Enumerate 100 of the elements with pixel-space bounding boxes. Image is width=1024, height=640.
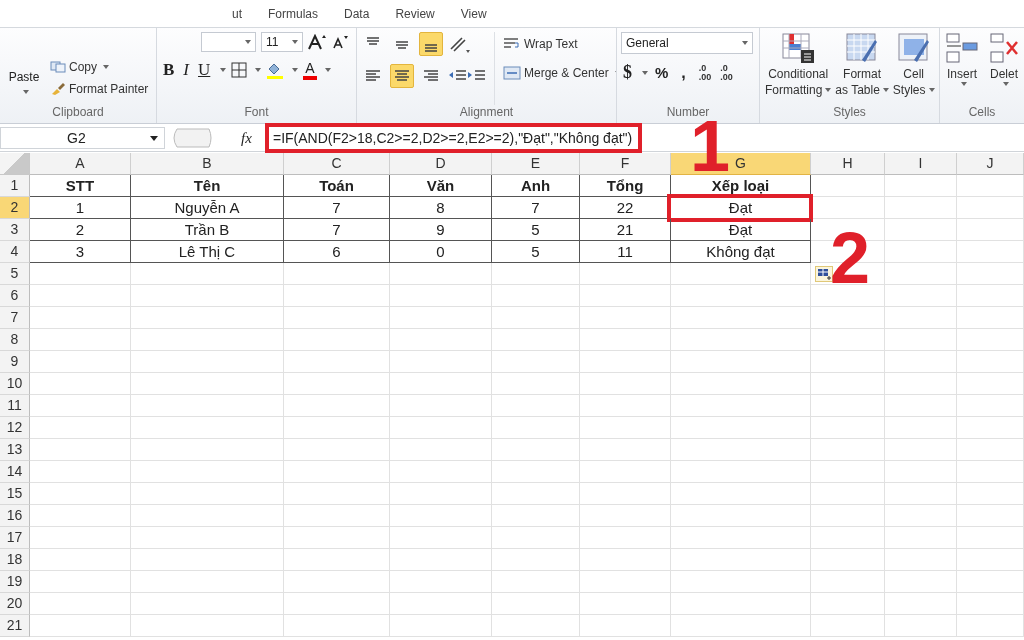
- ribbon-tab[interactable]: Formulas: [268, 6, 319, 21]
- table-cell: STT: [30, 175, 131, 197]
- row-header[interactable]: 3: [0, 219, 30, 241]
- grow-font-icon[interactable]: [308, 34, 328, 50]
- cells-button[interactable]: Delet: [986, 32, 1022, 105]
- font-name-field[interactable]: [201, 32, 256, 52]
- font-size-field[interactable]: 11: [261, 32, 303, 52]
- caret-icon: [928, 88, 935, 92]
- decimal-button[interactable]: .0 .00: [718, 63, 735, 82]
- underline-button[interactable]: U: [196, 60, 213, 80]
- table-cell: Anh: [492, 175, 580, 197]
- wrap-text-button[interactable]: Wrap Text: [503, 36, 616, 52]
- ribbon-tab[interactable]: Data: [344, 6, 370, 21]
- row-header[interactable]: 16: [0, 505, 30, 527]
- column-header[interactable]: H: [811, 153, 885, 175]
- table-cell: 9: [390, 219, 492, 241]
- comma-button[interactable]: ,: [675, 63, 692, 82]
- row-header[interactable]: 7: [0, 307, 30, 329]
- merge-center-button[interactable]: Merge & Center: [503, 66, 616, 80]
- font-color-button[interactable]: A: [303, 60, 317, 80]
- cells-button[interactable]: Insert: [944, 32, 980, 105]
- column-header[interactable]: E: [492, 153, 580, 175]
- paste-options-icon[interactable]: [815, 266, 833, 282]
- column-header[interactable]: D: [390, 153, 492, 175]
- name-box[interactable]: G2: [0, 127, 165, 149]
- table-cell: Đạt: [671, 197, 811, 219]
- row-header[interactable]: 15: [0, 483, 30, 505]
- row-header[interactable]: 6: [0, 285, 30, 307]
- insert-function-button[interactable]: fx: [241, 129, 265, 147]
- caret-icon[interactable]: [292, 68, 299, 72]
- format-painter-button[interactable]: Format Painter: [50, 82, 149, 96]
- row-header[interactable]: 2: [0, 197, 30, 219]
- table-cell: Nguyễn A: [131, 197, 284, 219]
- caret-icon: [22, 90, 29, 94]
- row-header[interactable]: 5: [0, 263, 30, 285]
- group-label: Alignment: [458, 105, 515, 121]
- copy-button[interactable]: Copy: [50, 60, 149, 74]
- caret-icon[interactable]: [324, 68, 331, 72]
- borders-icon[interactable]: [231, 62, 248, 78]
- row-header[interactable]: 18: [0, 549, 30, 571]
- table-cell: 5: [492, 219, 580, 241]
- row-header[interactable]: 4: [0, 241, 30, 263]
- group-label: Clipboard: [51, 105, 105, 121]
- row-header[interactable]: 11: [0, 395, 30, 417]
- caret-icon: [292, 40, 298, 44]
- row-header[interactable]: 20: [0, 593, 30, 615]
- styles-button[interactable]: Conditional Formatting: [764, 32, 833, 105]
- table-cell: Không đạt: [671, 241, 811, 263]
- align-button[interactable]: [390, 64, 414, 88]
- row-header[interactable]: 21: [0, 615, 30, 637]
- column-header[interactable]: A: [30, 153, 131, 175]
- styles-button[interactable]: Cell Styles: [891, 32, 936, 105]
- bold-button[interactable]: B: [161, 60, 177, 80]
- caret-icon[interactable]: [220, 68, 227, 72]
- italic-button[interactable]: I: [181, 60, 191, 80]
- percent-button[interactable]: %: [653, 64, 671, 81]
- group-label: Styles: [832, 105, 867, 121]
- formula-field[interactable]: =IF(AND(F2>18,C2>=2,D2>=2,E2>=2),"Đạt","Không đạt"): [273, 130, 633, 146]
- caret-icon: [742, 41, 748, 45]
- ribbon-tab[interactable]: ut: [232, 6, 242, 21]
- paste-button[interactable]: Paste: [4, 32, 44, 105]
- cell-styles-icon: [896, 32, 931, 64]
- number-format-field[interactable]: General: [621, 32, 753, 54]
- caret-icon: [150, 135, 158, 141]
- caret-icon[interactable]: [255, 68, 262, 72]
- caret-icon: [960, 82, 967, 86]
- row-header[interactable]: 12: [0, 417, 30, 439]
- row-header[interactable]: 8: [0, 329, 30, 351]
- align-button[interactable]: [419, 32, 443, 56]
- column-header[interactable]: B: [131, 153, 284, 175]
- shrink-font-icon[interactable]: [333, 35, 349, 49]
- table-cell: 2: [30, 219, 131, 241]
- table-cell: 8: [390, 197, 492, 219]
- ribbon-tab[interactable]: Review: [395, 6, 435, 21]
- styles-button[interactable]: Format as Table: [834, 32, 890, 105]
- column-header[interactable]: C: [284, 153, 390, 175]
- row-header[interactable]: 10: [0, 373, 30, 395]
- row-header[interactable]: 1: [0, 175, 30, 197]
- column-header[interactable]: I: [885, 153, 957, 175]
- table-brush-icon: [845, 32, 880, 64]
- table-cell: 11: [580, 241, 671, 263]
- caret-icon[interactable]: [642, 70, 648, 75]
- row-header[interactable]: 14: [0, 461, 30, 483]
- table-cell: Văn: [390, 175, 492, 197]
- table-cell: 5: [492, 241, 580, 263]
- table-cell: 7: [492, 197, 580, 219]
- table-cell: 1: [30, 197, 131, 219]
- row-header[interactable]: 19: [0, 571, 30, 593]
- column-header[interactable]: F: [580, 153, 671, 175]
- table-cell: Toán: [284, 175, 390, 197]
- ribbon-tab[interactable]: View: [460, 6, 487, 21]
- orientation-icon[interactable]: [448, 34, 472, 54]
- fill-color-icon[interactable]: [266, 61, 285, 79]
- row-header[interactable]: 13: [0, 439, 30, 461]
- decimal-button[interactable]: .0 .00: [696, 63, 714, 82]
- row-header[interactable]: 17: [0, 527, 30, 549]
- table-cell: 0: [390, 241, 492, 263]
- column-header[interactable]: J: [957, 153, 1024, 175]
- currency-button[interactable]: $: [621, 62, 634, 83]
- row-header[interactable]: 9: [0, 351, 30, 373]
